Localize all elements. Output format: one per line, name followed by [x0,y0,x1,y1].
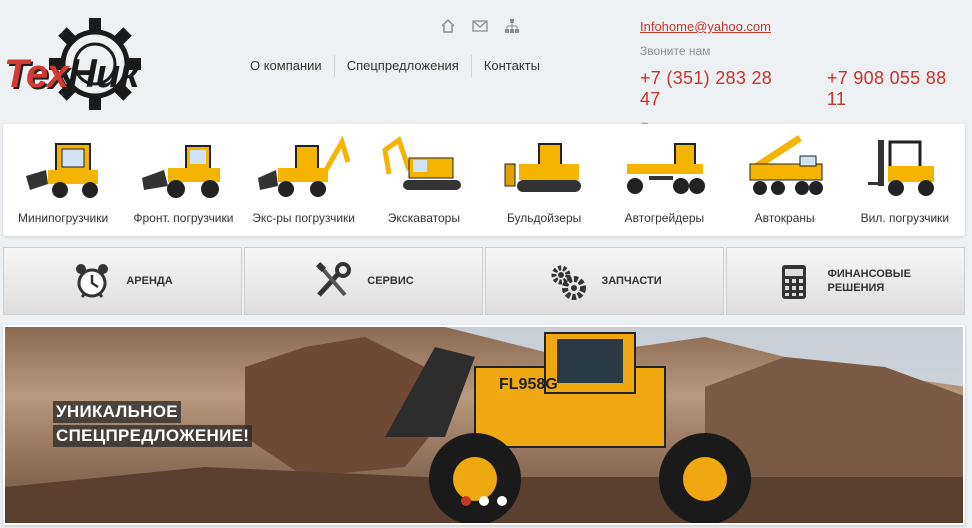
service-label: СЕРВИС [367,275,414,287]
category-graders[interactable]: Автогрейдеры [604,124,724,236]
front-loader-icon [142,145,221,198]
slider-dots [461,496,507,506]
finance-button[interactable]: ФИНАНСОВЫЕ РЕШЕНИЯ [726,247,965,315]
category-truck-cranes[interactable]: Автокраны [725,124,845,236]
nav-item-offers[interactable]: Спецпредложения [335,54,471,78]
logo-part1: Тех [4,52,69,96]
category-label: Фронт. погрузчики [133,211,234,225]
rent-label: АРЕНДА [126,275,173,287]
phone-2[interactable]: +7 908 055 88 11 [827,68,970,110]
mini-loader-icon [26,143,99,198]
excavator-icon [382,135,461,190]
equipment-categories: Минипогрузчики Фронт. погрузчики Экс-ры … [3,124,965,236]
sitemap-icon[interactable] [504,18,520,34]
wrench-icon [313,261,353,301]
slider-dot-1[interactable] [461,496,471,506]
category-label: Автогрейдеры [624,211,705,225]
forklift-icon [867,140,934,196]
header: ТехНик О компании Спецпредложения Контак… [0,0,972,134]
slide-title: УНИКАЛЬНОЕ СПЕЦПРЕДЛОЖЕНИЕ! [53,401,253,449]
phone-1[interactable]: +7 (351) 283 28 47 [640,68,797,110]
rent-button[interactable]: АРЕНДА [3,247,242,315]
category-label: Экскаваторы [387,211,460,225]
machine-model-text: FL958G [499,376,558,393]
alarm-clock-icon [72,261,112,301]
logo[interactable]: ТехНик [2,14,174,114]
home-icon[interactable] [440,18,456,34]
email-link[interactable]: Infohome@yahoo.com [640,19,771,34]
category-mini-loaders[interactable]: Минипогрузчики [3,124,123,236]
category-forklifts[interactable]: Вил. погрузчики [845,124,965,236]
mail-icon[interactable] [472,18,488,34]
hero-slider[interactable]: FL958G УНИКАЛЬНОЕ СПЕЦПРЕДЛОЖЕНИЕ! [3,325,965,525]
service-button[interactable]: СЕРВИС [244,247,483,315]
logo-part2: Ник [67,52,140,96]
parts-button[interactable]: ЗАПЧАСТИ [485,247,724,315]
truck-crane-icon [749,135,823,195]
contacts-block: Infohome@yahoo.com Звоните нам +7 (351) … [640,18,970,134]
slide-title-line2: СПЕЦПРЕДЛОЖЕНИЕ! [53,425,253,447]
category-excavators[interactable]: Экскаваторы [364,124,484,236]
gears-icon [547,261,587,301]
category-label: Автокраны [754,211,815,225]
backhoe-loader-icon [257,135,351,197]
slide-title-line1: УНИКАЛЬНОЕ [53,401,181,423]
calculator-icon [774,261,814,301]
category-bulldozers[interactable]: Бульдойзеры [484,124,604,236]
category-backhoe-loaders[interactable]: Экс-ры погрузчики [244,124,364,236]
finance-label: ФИНАНСОВЫЕ РЕШЕНИЯ [827,268,911,294]
nav-item-about[interactable]: О компании [238,54,334,78]
phones: +7 (351) 283 28 47 +7 908 055 88 11 [640,68,970,110]
slider-dot-2[interactable] [479,496,489,506]
grader-icon [627,143,706,194]
category-label: Минипогрузчики [18,211,109,225]
category-label: Вил. погрузчики [860,211,950,225]
call-us-label: Звоните нам [640,44,711,58]
nav-item-contacts[interactable]: Контакты [472,54,552,78]
parts-label: ЗАПЧАСТИ [601,275,662,287]
bulldozer-icon [504,143,582,192]
logo-text: ТехНик [4,52,140,97]
slider-dot-3[interactable] [497,496,507,506]
category-label: Экс-ры погрузчики [252,211,355,225]
category-front-loaders[interactable]: Фронт. погрузчики [123,124,243,236]
category-label: Бульдойзеры [506,211,582,225]
main-nav: О компании Спецпредложения Контакты [238,54,552,78]
top-icons [440,18,520,34]
service-buttons: АРЕНДА СЕРВИС ЗАПЧАСТИ ФИНАНСОВЫЕ РЕШЕНИ… [3,247,965,315]
